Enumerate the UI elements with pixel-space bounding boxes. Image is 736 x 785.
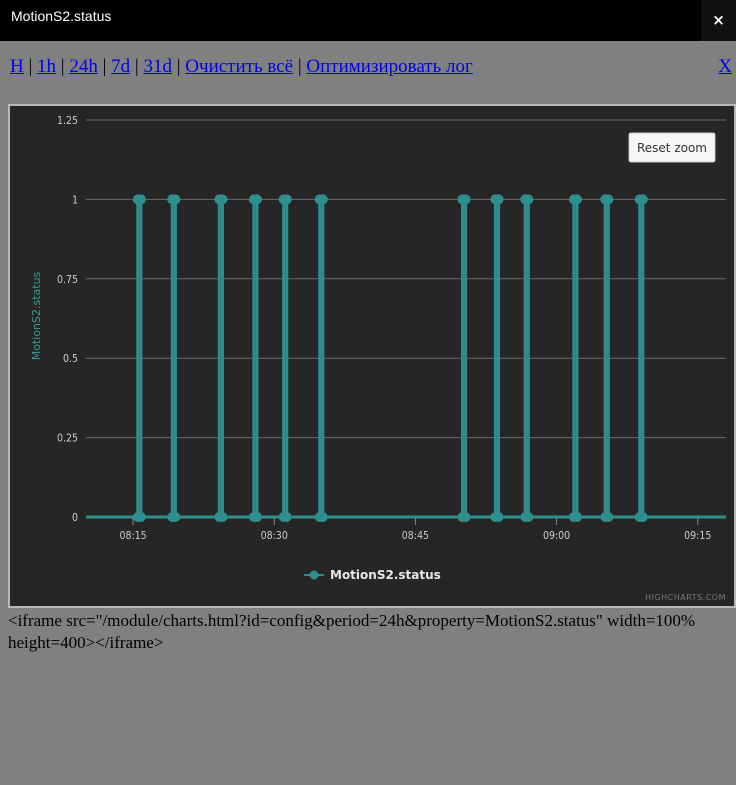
data-point[interactable] — [523, 512, 534, 522]
data-point[interactable] — [217, 512, 228, 522]
data-point[interactable] — [281, 512, 292, 522]
data-point[interactable] — [571, 512, 582, 522]
data-point[interactable] — [251, 512, 262, 522]
period-link-h[interactable]: H — [10, 56, 24, 77]
title-bar: MotionS2.status × — [0, 0, 736, 41]
chart-iframe: 0 0.25 0.5 0.75 1 1.25 08:15 08:30 08:45 09:00 09… — [8, 104, 736, 608]
data-point[interactable] — [281, 194, 292, 205]
data-point[interactable] — [571, 194, 582, 205]
x-axis: 08:15 08:30 08:45 09:00 09:15 — [86, 516, 726, 542]
embed-code-text: <iframe src="/module/charts.html?id=conf… — [8, 611, 696, 652]
period-link-31d[interactable]: 31d — [143, 56, 172, 77]
separator: | — [28, 56, 33, 77]
data-point[interactable] — [493, 194, 504, 205]
period-toolbar: H | 1h | 24h | 7d | 31d | Очистить всё |… — [10, 56, 473, 78]
window-title: MotionS2.status — [11, 8, 112, 24]
data-point[interactable] — [637, 512, 648, 522]
separator: | — [297, 56, 302, 77]
chart-credits[interactable]: HIGHCHARTS.COM — [645, 593, 726, 602]
close-icon[interactable]: × — [701, 0, 736, 41]
data-point[interactable] — [135, 512, 146, 522]
reset-zoom-button[interactable]: Reset zoom — [628, 132, 716, 163]
data-point[interactable] — [217, 194, 228, 205]
x-tick-label: 08:15 — [119, 530, 146, 542]
y-tick-label: 1 — [72, 194, 78, 206]
separator: | — [176, 56, 181, 77]
data-point[interactable] — [251, 194, 262, 205]
data-point[interactable] — [135, 194, 146, 205]
data-point[interactable] — [460, 512, 471, 522]
legend-label: MotionS2.status — [330, 568, 441, 582]
y-tick-label: 1.25 — [57, 115, 78, 127]
data-point[interactable] — [603, 512, 614, 522]
separator: | — [60, 56, 65, 77]
separator: | — [134, 56, 139, 77]
period-link-24h[interactable]: 24h — [69, 56, 98, 77]
data-point[interactable] — [170, 194, 181, 205]
separator: | — [102, 56, 107, 77]
optimize-log-link[interactable]: Оптимизировать лог — [306, 56, 472, 77]
data-point[interactable] — [493, 512, 504, 522]
period-link-7d[interactable]: 7d — [111, 56, 130, 77]
y-axis-title: MotionS2.status — [30, 271, 43, 360]
data-point[interactable] — [637, 194, 648, 205]
legend-marker-icon — [309, 570, 319, 580]
close-link[interactable]: X — [718, 56, 732, 78]
data-point[interactable] — [603, 194, 614, 205]
period-link-1h[interactable]: 1h — [37, 56, 56, 77]
status-chart[interactable]: 0 0.25 0.5 0.75 1 1.25 08:15 08:30 08:45 09:00 09… — [10, 106, 734, 606]
reset-zoom-label: Reset zoom — [637, 141, 707, 155]
data-point[interactable] — [523, 194, 534, 205]
y-tick-label: 0.25 — [57, 433, 78, 445]
x-tick-label: 08:30 — [261, 530, 288, 542]
grid-lines — [86, 119, 726, 518]
y-axis: 0 0.25 0.5 0.75 1 1.25 — [57, 115, 78, 524]
data-point[interactable] — [317, 512, 328, 522]
data-point[interactable] — [170, 512, 181, 522]
legend[interactable]: MotionS2.status — [304, 568, 441, 582]
x-tick-label: 08:45 — [402, 530, 429, 542]
x-tick-label: 09:00 — [543, 530, 570, 542]
y-tick-label: 0 — [72, 512, 78, 524]
data-point[interactable] — [460, 194, 471, 205]
y-tick-label: 0.5 — [63, 353, 78, 365]
data-point[interactable] — [317, 194, 328, 205]
clear-all-link[interactable]: Очистить всё — [185, 56, 293, 77]
x-tick-label: 09:15 — [684, 530, 711, 542]
y-tick-label: 0.75 — [57, 274, 78, 286]
